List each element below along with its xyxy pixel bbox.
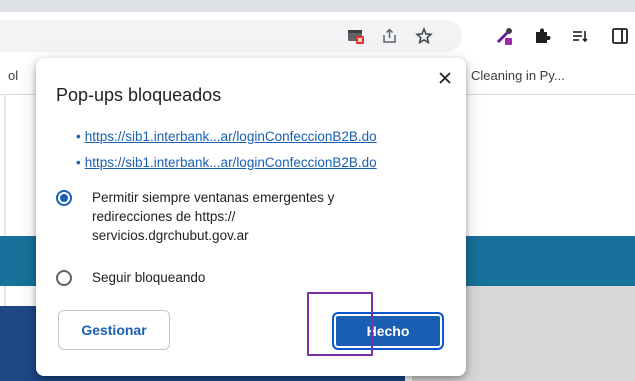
side-panel-icon[interactable] — [610, 26, 630, 46]
popups-blocked-dialog: Pop-ups bloqueados • https://sib1.interba… — [36, 58, 466, 376]
popup-blocked-icon[interactable] — [346, 26, 366, 46]
manage-button[interactable]: Gestionar — [58, 310, 170, 350]
address-bar[interactable] — [0, 20, 462, 52]
bullet-icon: • — [76, 129, 81, 144]
browser-toolbar — [0, 12, 635, 58]
bookmark-item-cleaning[interactable]: Cleaning in Py... — [471, 68, 565, 83]
eyedropper-extension-icon[interactable] — [494, 26, 514, 46]
close-icon[interactable] — [433, 66, 457, 90]
reading-list-icon[interactable] — [570, 26, 590, 46]
keep-blocking-label[interactable]: Seguir bloqueando — [92, 268, 205, 287]
allow-always-label[interactable]: Permitir siempre ventanas emergentes y r… — [92, 188, 334, 245]
radio-allow-always[interactable] — [56, 190, 72, 206]
share-icon[interactable] — [380, 26, 400, 46]
dialog-title: Pop-ups bloqueados — [56, 85, 222, 105]
blocked-popup-link[interactable]: • https://sib1.interbank...ar/loginConfec… — [76, 129, 377, 144]
blocked-popup-link[interactable]: • https://sib1.interbank...ar/loginConfec… — [76, 155, 377, 170]
tab-strip — [0, 0, 635, 12]
done-button[interactable]: Hecho — [332, 312, 444, 350]
bookmark-item[interactable]: ol — [8, 68, 18, 83]
puzzle-extensions-icon[interactable] — [532, 26, 552, 46]
radio-keep-blocking[interactable] — [56, 270, 72, 286]
bullet-icon: • — [76, 155, 81, 170]
star-icon[interactable] — [414, 26, 434, 46]
